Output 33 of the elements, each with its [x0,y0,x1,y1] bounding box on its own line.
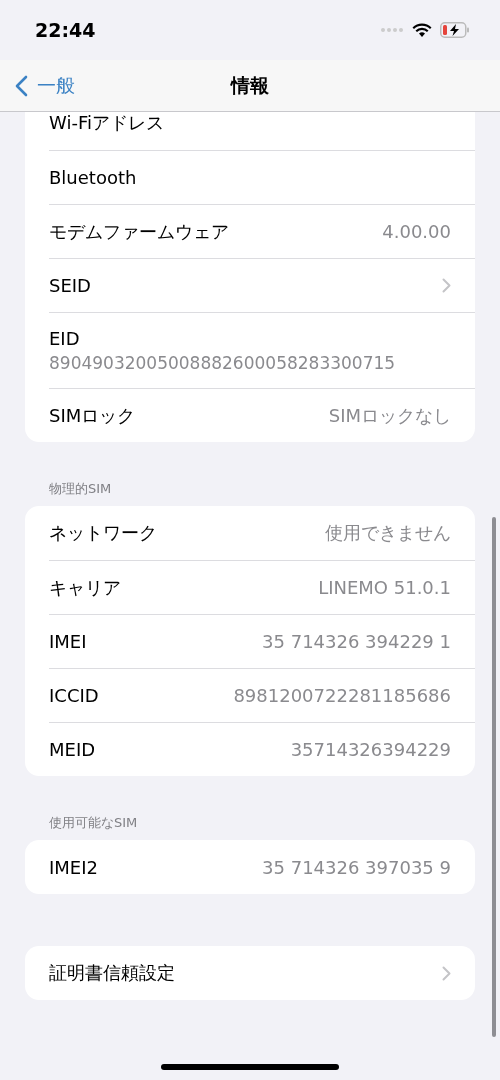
status-time: 22:44 [35,19,96,41]
chevron-right-icon [442,965,451,981]
row-value: LINEMO 51.0.1 [318,577,451,598]
row-label: キャリア [49,575,121,600]
battery-icon [440,22,470,38]
row-label: ICCID [49,685,99,706]
row-label: ネットワーク [49,521,157,545]
back-button[interactable]: 一般 [0,72,75,99]
row-value: 35 714326 394229 1 [262,631,451,652]
signal-icon [380,27,404,33]
row-label: MEID [49,739,96,760]
section-header: 使用可能なSIM [48,814,139,832]
row-label: Wi-Fiアドレス [49,112,164,135]
row-label: SIMロック [49,403,136,428]
page-title: 情報 [231,72,269,98]
row-value: 35 714326 397035 9 [262,856,451,878]
settings-row[interactable]: SEID [49,258,475,312]
row-value: 89049032005008882600058283300715 [49,353,396,373]
back-chevron-icon [15,74,28,97]
row-label: モデムファームウェア [49,219,229,244]
row-value: 35714326394229 [290,739,451,760]
row-value: 使用できません [325,521,451,545]
row-value: SIMロックなし [328,403,451,428]
section-header: 物理的SIM [48,480,113,498]
row-label: IMEI2 [49,856,98,878]
row-value: 4.00.00 [382,221,451,242]
row-label: EID [49,328,80,349]
row-value: 8981200722281185686 [233,685,451,706]
row-label: Bluetooth [49,167,137,188]
wifi-icon [412,22,432,38]
chevron-right-icon [442,278,451,293]
settings-row[interactable]: 証明書信頼設定 [49,946,475,1000]
row-label: IMEI [49,631,87,652]
